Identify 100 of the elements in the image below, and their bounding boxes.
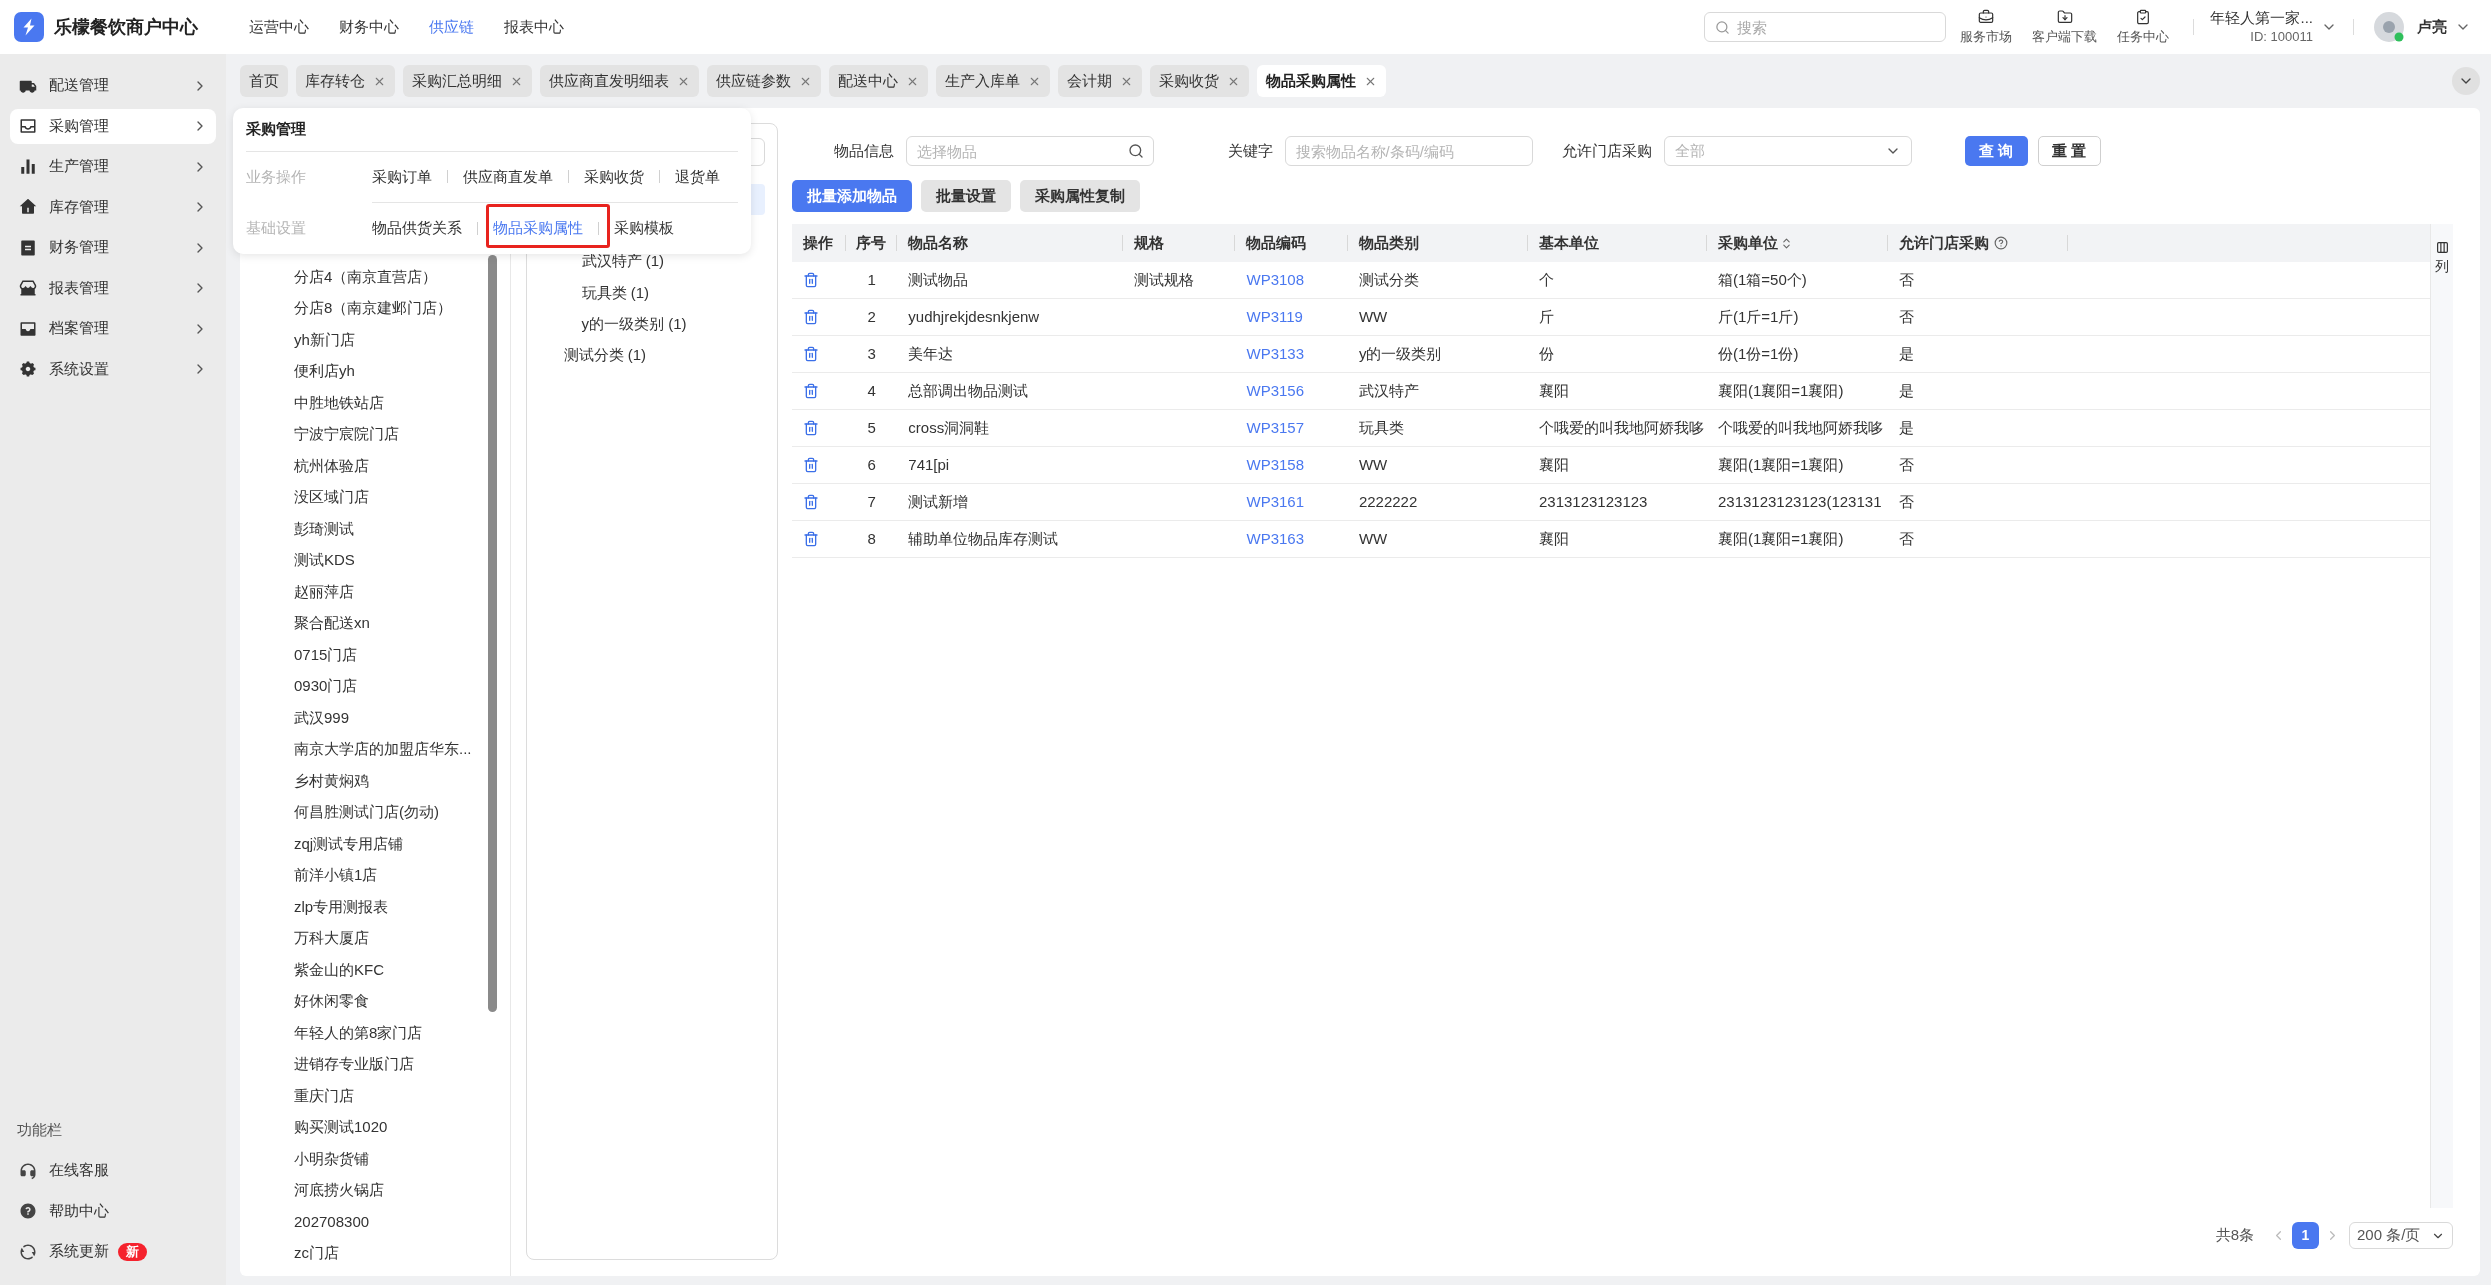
sidebar-item[interactable]: 档案管理 [10, 311, 216, 346]
store-item[interactable]: yh新门店 [294, 328, 355, 351]
store-item[interactable]: 分店4（南京直营店） [294, 265, 438, 288]
store-item[interactable]: 年轻人的第8家门店 [294, 1021, 423, 1044]
store-item[interactable]: 宁波宁宸院门店 [294, 423, 399, 446]
page-button[interactable]: 1 [2292, 1222, 2319, 1249]
toolbar-button[interactable]: 客户端下载 [2032, 9, 2098, 45]
store-item[interactable]: 购买测试1020 [294, 1116, 388, 1139]
nav-link[interactable]: 运营中心 [249, 15, 309, 39]
store-item[interactable]: 聚合配送xn [294, 612, 370, 635]
nav-link[interactable]: 供应链 [429, 15, 474, 39]
sidebar-item[interactable]: 配送管理 [10, 68, 216, 103]
collapse-button[interactable] [2452, 67, 2480, 95]
nav-link[interactable]: 财务中心 [339, 15, 399, 39]
sidebar-item[interactable]: 库存管理 [10, 189, 216, 225]
trash-icon[interactable] [802, 309, 819, 325]
item-code-link[interactable]: WP3119 [1246, 308, 1303, 325]
item-code-link[interactable]: WP3158 [1246, 456, 1305, 473]
menu-link[interactable]: 采购订单 [372, 167, 432, 186]
sidebar-item[interactable]: 报表管理 [10, 270, 216, 306]
menu-link[interactable]: 采购收货 [584, 167, 644, 186]
store-item[interactable]: 好休闲零食 [294, 990, 369, 1013]
store-item[interactable]: 进销存专业版门店 [294, 1053, 414, 1076]
store-item[interactable]: 前洋小镇1店 [294, 864, 378, 887]
toolbar-button[interactable]: 服务市场 [1960, 9, 2013, 45]
tab[interactable]: 会计期 [1058, 65, 1142, 97]
trash-icon[interactable] [802, 494, 819, 510]
trash-icon[interactable] [802, 383, 819, 399]
store-item[interactable]: 万科大厦店 [294, 927, 369, 950]
action-button[interactable]: 批量设置 [920, 180, 1011, 212]
menu-link[interactable]: 采购模板 [614, 219, 674, 237]
menu-link[interactable]: 物品供货关系 [372, 219, 462, 237]
store-item[interactable]: 河底捞火锅店 [294, 1179, 384, 1202]
tab[interactable]: 库存转仓 [296, 65, 395, 97]
store-item[interactable]: 重庆门店 [294, 1084, 354, 1107]
account-name[interactable]: 年轻人第一家... [2210, 8, 2313, 27]
reset-button[interactable]: 重 置 [2037, 136, 2101, 166]
trash-icon[interactable] [802, 272, 819, 288]
store-item[interactable]: 0930门店 [294, 675, 358, 698]
tree-item[interactable]: 测试分类 (1) [539, 340, 765, 372]
tab[interactable]: 首页 [240, 65, 288, 97]
column-settings-button[interactable]: 列 [2435, 241, 2449, 275]
store-item[interactable]: 分店8（南京建邺门店） [294, 297, 453, 320]
search-field[interactable]: 搜索 [1704, 12, 1947, 42]
store-item[interactable]: 0715门店 [294, 643, 358, 666]
store-item[interactable]: 彭琦测试 [294, 517, 354, 540]
menu-link[interactable]: 退货单 [675, 167, 720, 186]
query-button[interactable]: 查 询 [1964, 136, 2028, 166]
tree-item[interactable]: 玩具类 (1) [539, 277, 765, 309]
item-code-link[interactable]: WP3157 [1246, 419, 1305, 436]
item-code-link[interactable]: WP3108 [1246, 271, 1305, 288]
store-item[interactable]: 赵丽萍店 [294, 580, 354, 603]
item-code-link[interactable]: WP3133 [1246, 345, 1305, 362]
store-item[interactable]: zc门店 [294, 1242, 339, 1265]
sidebar-item[interactable]: 生产管理 [10, 149, 216, 184]
tab[interactable]: 采购汇总明细 [403, 65, 532, 97]
store-item[interactable]: 没区域门店 [294, 486, 369, 509]
tree-item[interactable]: y的一级类别 (1) [539, 308, 765, 340]
tab[interactable]: 供应商直发明细表 [540, 65, 699, 97]
sidebar-item[interactable]: 采购管理 [10, 108, 216, 144]
avatar[interactable] [2374, 12, 2404, 42]
sidebar-item[interactable]: 财务管理 [10, 230, 216, 265]
trash-icon[interactable] [802, 457, 819, 473]
store-item[interactable]: 南京大学店的加盟店华东... [294, 738, 472, 761]
store-item[interactable]: 乡村黄焖鸡 [294, 769, 369, 792]
store-item[interactable]: zqj测试专用店铺 [294, 832, 404, 855]
store-item[interactable]: 杭州体验店 [294, 454, 369, 477]
menu-link[interactable]: 物品采购属性 [493, 219, 583, 237]
store-item[interactable]: 中胜地铁站店 [294, 391, 384, 414]
tab[interactable]: 生产入库单 [936, 65, 1050, 97]
trash-icon[interactable] [802, 346, 819, 362]
store-item[interactable]: 202708300 [294, 1210, 370, 1233]
store-item[interactable]: 测试KDS [294, 549, 355, 572]
store-item[interactable]: 何昌胜测试门店(勿动) [294, 801, 439, 824]
sidebar-link[interactable]: 在线客服 [49, 1159, 109, 1182]
store-item[interactable]: zlp专用测报表 [294, 895, 389, 918]
store-item[interactable]: 便利店yh [294, 360, 355, 383]
sidebar-link[interactable]: 帮助中心 [49, 1199, 109, 1223]
trash-icon[interactable] [802, 420, 819, 436]
item-code-link[interactable]: WP3161 [1246, 493, 1305, 510]
page-size-select[interactable]: 200 条/页 [2349, 1222, 2453, 1249]
item-code-link[interactable]: WP3163 [1246, 530, 1305, 547]
nav-link[interactable]: 报表中心 [504, 15, 564, 39]
action-button[interactable]: 采购属性复制 [1019, 180, 1140, 212]
menu-link[interactable]: 供应商直发单 [463, 167, 553, 186]
input-field[interactable]: 选择物品 [905, 136, 1154, 166]
store-item[interactable]: 紫金山的KFC [294, 958, 384, 981]
action-button[interactable]: 批量添加物品 [791, 180, 912, 212]
help-icon[interactable] [1994, 236, 2009, 250]
tab[interactable]: 配送中心 [829, 65, 928, 97]
toolbar-button[interactable]: 任务中心 [2117, 9, 2170, 45]
item-code-link[interactable]: WP3156 [1246, 382, 1305, 399]
input-field[interactable]: 搜索物品名称/条码/编码 [1284, 136, 1533, 166]
user-name[interactable]: 卢亮 [2417, 15, 2447, 39]
trash-icon[interactable] [802, 531, 819, 547]
scrollbar-thumb[interactable] [488, 255, 497, 1012]
store-item[interactable]: 小明杂货铺 [294, 1147, 369, 1170]
tab[interactable]: 物品采购属性 [1257, 65, 1386, 97]
tab[interactable]: 供应链参数 [707, 65, 821, 97]
store-item[interactable]: 武汉999 [294, 706, 350, 729]
